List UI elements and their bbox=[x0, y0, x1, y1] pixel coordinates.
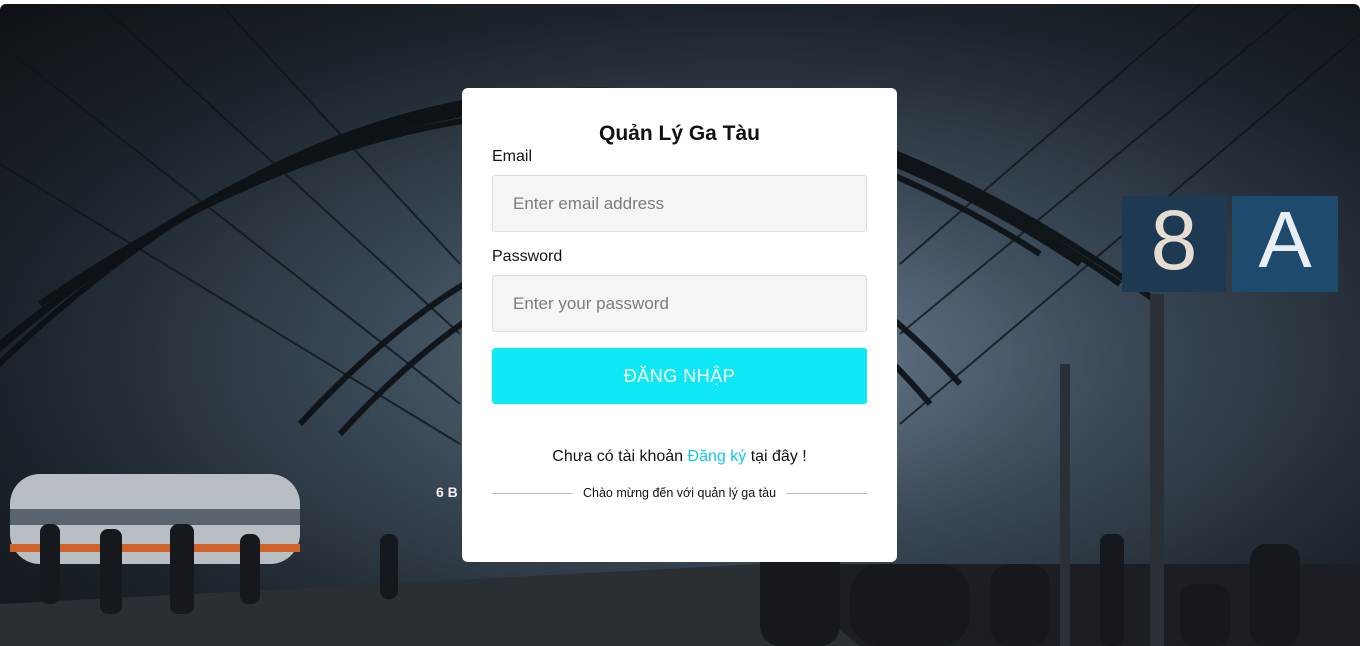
platform-sign-small: 6 B bbox=[436, 484, 458, 500]
welcome-text: Chào mừng đến với quản lý ga tàu bbox=[582, 486, 777, 500]
signup-link[interactable]: Đăng ký bbox=[688, 448, 747, 465]
welcome-divider: Chào mừng đến với quản lý ga tàu bbox=[492, 485, 868, 501]
platform-sign-letter: A bbox=[1258, 195, 1312, 284]
signup-suffix: tại đây ! bbox=[750, 448, 807, 465]
email-label: Email bbox=[492, 148, 533, 165]
platform-sign-number: 8 bbox=[1150, 193, 1198, 287]
password-label: Password bbox=[492, 248, 563, 265]
divider-line-left bbox=[492, 492, 573, 494]
signup-prefix: Chưa có tài khoản bbox=[552, 448, 684, 465]
signup-prompt: Chưa có tài khoản Đăng ký tại đây ! bbox=[462, 448, 897, 466]
email-input[interactable] bbox=[492, 175, 867, 232]
login-button[interactable]: ĐĂNG NHẬP bbox=[492, 348, 867, 404]
password-input[interactable] bbox=[492, 275, 867, 332]
login-card: Quản Lý Ga Tàu Email Password ĐĂNG NHẬP … bbox=[462, 88, 897, 562]
login-title: Quản Lý Ga Tàu bbox=[598, 122, 761, 145]
divider-line-right bbox=[786, 492, 868, 494]
